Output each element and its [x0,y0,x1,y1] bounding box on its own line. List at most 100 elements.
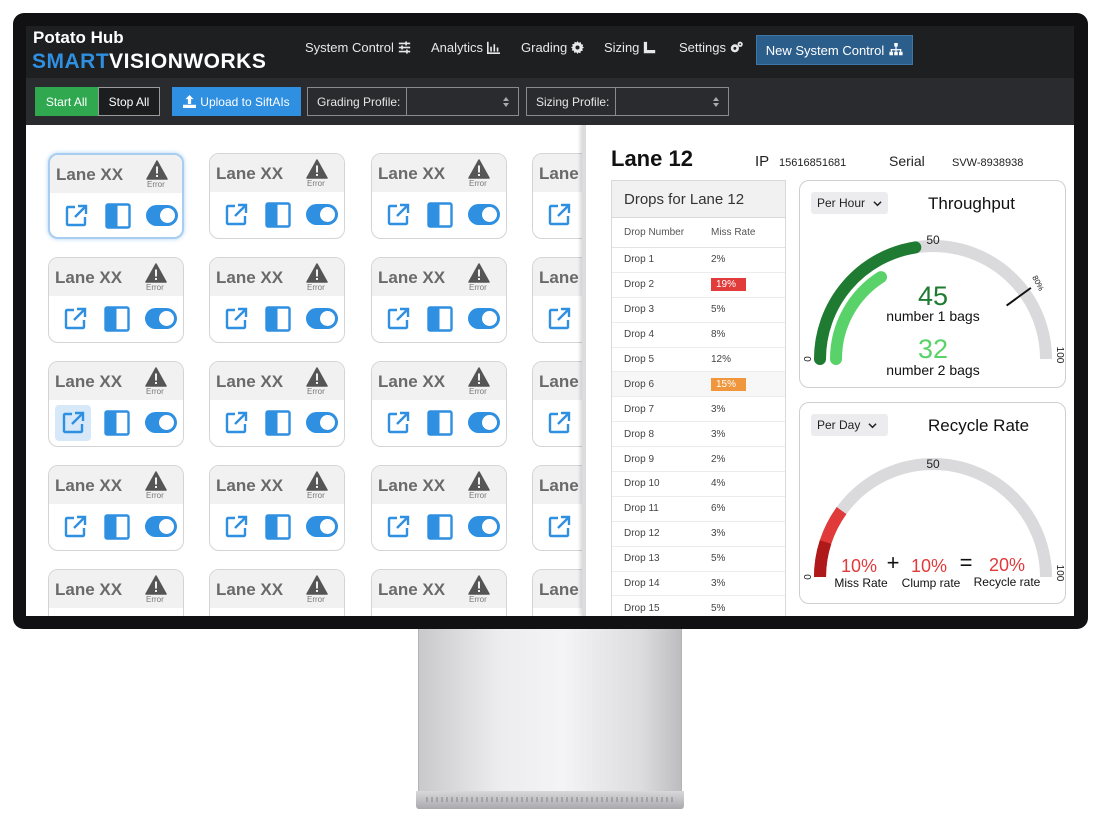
open-external-icon[interactable] [224,307,248,331]
table-row[interactable]: Drop 1 2% [612,248,785,273]
lane-toggle[interactable] [145,412,177,433]
open-external-icon[interactable] [63,515,87,539]
side-panel-icon[interactable] [265,202,291,228]
table-row[interactable]: Drop 3 5% [612,298,785,323]
sizing-profile-select[interactable]: Sizing Profile: [526,87,729,116]
open-external-icon[interactable] [63,307,87,331]
lane-title: Lane XX [539,268,584,287]
nav-grading[interactable]: Grading [521,40,585,55]
nav-sizing[interactable]: Sizing [604,40,656,55]
lane-title: Lane XX [55,476,123,495]
nav-settings[interactable]: Settings [679,40,743,55]
lane-toggle[interactable] [306,412,338,433]
lane-card[interactable]: Lane XXError [532,361,584,447]
table-row[interactable]: Drop 9 2% [612,447,785,473]
side-panel-icon[interactable] [427,306,453,332]
side-panel-icon[interactable] [104,410,130,436]
lane-card[interactable]: Lane XXError [48,361,184,447]
bar-chart-icon [487,41,501,54]
miss-rate-value: 10% [841,556,877,576]
open-external-icon[interactable] [386,515,410,539]
lane-toggle[interactable] [468,204,500,225]
lane-card[interactable]: Lane XXError [371,153,507,239]
table-row[interactable]: Drop 12 3% [612,522,785,547]
new-system-control-button[interactable]: New System Control [756,35,913,65]
drop-number: Drop 2 [624,279,655,291]
open-external-icon[interactable] [55,405,91,441]
start-all-button[interactable]: Start All [35,87,98,116]
monitor-stand-foot [416,791,684,809]
side-panel-icon[interactable] [427,410,453,436]
table-row[interactable]: Drop 13 5% [612,547,785,572]
open-external-icon[interactable] [386,203,410,227]
lane-card[interactable]: Lane XXError [48,153,184,239]
side-panel-icon[interactable] [104,514,130,540]
lane-toggle[interactable] [306,308,338,329]
open-external-icon[interactable] [64,204,88,228]
side-panel-icon[interactable] [427,202,453,228]
lane-card[interactable]: Lane XXError [209,465,345,551]
lane-card[interactable]: Lane XXError [371,361,507,447]
lane-card[interactable]: Lane XXError [209,361,345,447]
lane-card[interactable]: Lane XXError [532,465,584,551]
lane-toggle[interactable] [306,516,338,537]
sizing-profile-dropdown[interactable] [616,88,728,115]
lane-card[interactable]: Lane XXError [209,153,345,239]
lane-title: Lane XX [216,372,284,391]
table-row[interactable]: Drop 8 3% [612,422,785,448]
warning-icon [145,471,167,491]
lane-card[interactable]: Lane XXError [48,465,184,551]
side-panel-icon[interactable] [104,306,130,332]
lane-card[interactable]: Lane XXError [532,153,584,239]
lane-toggle[interactable] [145,516,177,537]
side-panel-icon[interactable] [105,203,131,229]
table-row[interactable]: Drop 2 19% [612,273,785,298]
table-row[interactable]: Drop 10 4% [612,472,785,497]
open-external-icon[interactable] [224,203,248,227]
open-external-icon[interactable] [386,411,410,435]
lane-card[interactable]: Lane XXError [532,257,584,343]
nav-analytics[interactable]: Analytics [431,40,501,55]
lane-card[interactable]: Lane XXError [209,569,345,616]
drop-number: Drop 1 [624,254,655,266]
table-row[interactable]: Drop 5 12% [612,348,785,373]
side-panel-icon[interactable] [265,514,291,540]
lane-card[interactable]: Lane XXError [209,257,345,343]
table-row[interactable]: Drop 14 3% [612,572,785,597]
lane-toggle[interactable] [468,516,500,537]
open-external-icon[interactable] [547,307,571,331]
open-external-icon[interactable] [547,203,571,227]
side-panel-icon[interactable] [427,514,453,540]
grading-profile-select[interactable]: Grading Profile: [307,87,519,116]
lane-toggle[interactable] [468,412,500,433]
miss-rate-value: 2% [711,453,726,465]
open-external-icon[interactable] [547,515,571,539]
table-row[interactable]: Drop 15 5% [612,596,785,616]
table-row[interactable]: Drop 6 15% [612,372,785,398]
drop-number: Drop 5 [624,354,655,365]
upload-button[interactable]: Upload to SiftAIs [172,87,301,116]
lane-title: Lane XX [378,164,446,183]
lane-toggle[interactable] [145,308,177,329]
table-row[interactable]: Drop 4 8% [612,323,785,348]
lane-card[interactable]: Lane XXError [371,569,507,616]
grading-profile-dropdown[interactable] [407,88,518,115]
lane-toggle[interactable] [468,308,500,329]
lane-card[interactable]: Lane XXError [371,465,507,551]
side-panel-icon[interactable] [265,306,291,332]
table-row[interactable]: Drop 11 6% [612,497,785,522]
open-external-icon[interactable] [224,515,248,539]
lane-card[interactable]: Lane XXError [532,569,584,616]
lane-toggle[interactable] [146,205,178,226]
table-row[interactable]: Drop 7 3% [612,397,785,423]
side-panel-icon[interactable] [265,410,291,436]
stop-all-button[interactable]: Stop All [98,87,160,116]
lane-toggle[interactable] [306,204,338,225]
nav-system-control[interactable]: System Control [305,40,411,55]
open-external-icon[interactable] [224,411,248,435]
open-external-icon[interactable] [547,411,571,435]
lane-card[interactable]: Lane XXError [48,257,184,343]
lane-card[interactable]: Lane XXError [48,569,184,616]
open-external-icon[interactable] [386,307,410,331]
lane-card[interactable]: Lane XXError [371,257,507,343]
